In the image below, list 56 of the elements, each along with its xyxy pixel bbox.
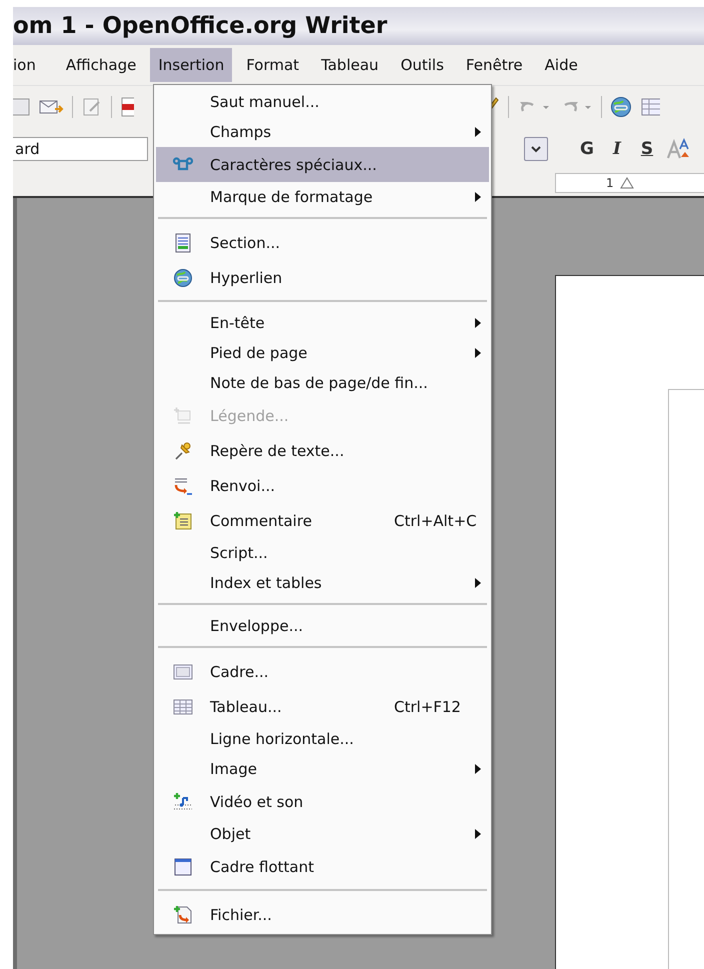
frame-icon bbox=[173, 662, 193, 682]
pushpin-icon bbox=[173, 440, 193, 460]
font-effects-icon[interactable] bbox=[666, 138, 692, 160]
table-grid-icon[interactable] bbox=[640, 96, 660, 118]
caption-frame-icon bbox=[173, 406, 193, 426]
paragraph-style-field[interactable]: ard bbox=[13, 137, 148, 161]
menu-item[interactable]: Ligne horizontale... bbox=[156, 724, 489, 754]
menu-item[interactable]: Renvoi... bbox=[156, 468, 489, 503]
menu-item[interactable]: Image bbox=[156, 754, 489, 784]
chevron-down-icon bbox=[531, 146, 541, 152]
menu-title[interactable]: Fenêtre bbox=[458, 48, 531, 82]
indent-marker-icon[interactable] bbox=[620, 177, 634, 189]
menu-item[interactable]: Caractères spéciaux... bbox=[156, 147, 489, 182]
menu-item[interactable]: Index et tables bbox=[156, 568, 489, 598]
menu-title[interactable]: ion bbox=[13, 48, 44, 82]
cross-reference-icon bbox=[173, 476, 193, 496]
window-title: om 1 - OpenOffice.org Writer bbox=[13, 13, 388, 39]
format-button[interactable]: I bbox=[606, 139, 628, 159]
save-icon[interactable] bbox=[13, 96, 30, 118]
format-button[interactable]: S bbox=[636, 139, 658, 159]
menu-item[interactable]: Fichier... bbox=[156, 897, 489, 932]
menu-item[interactable]: Section... bbox=[156, 225, 489, 260]
menu-item[interactable]: Marque de formatage bbox=[156, 182, 489, 212]
menu-item[interactable]: Vidéo et son bbox=[156, 784, 489, 819]
window-icon bbox=[173, 856, 193, 876]
menu-item[interactable]: Note de bas de page/de fin... bbox=[156, 368, 489, 398]
menu-title[interactable]: Insertion bbox=[150, 48, 232, 82]
menu-title[interactable]: Tableau bbox=[313, 48, 387, 82]
ruler-number: 1 bbox=[606, 176, 614, 190]
menu-title[interactable]: Format bbox=[238, 48, 308, 82]
menu-title[interactable]: Aide bbox=[536, 48, 586, 82]
file-insert-icon bbox=[173, 904, 193, 924]
note-add-icon bbox=[173, 510, 193, 530]
menu-item[interactable]: Objet bbox=[156, 819, 489, 849]
menu-title[interactable]: Outils bbox=[392, 48, 452, 82]
dropdown-button[interactable] bbox=[524, 137, 548, 161]
menu-title[interactable]: Affichage bbox=[58, 48, 144, 82]
table-grid-icon bbox=[173, 696, 193, 716]
pdf-icon[interactable] bbox=[120, 96, 134, 118]
menu-item[interactable]: Script... bbox=[156, 538, 489, 568]
document-section-icon bbox=[173, 232, 193, 252]
menu-item[interactable]: Champs bbox=[156, 117, 489, 147]
menu-item[interactable]: Saut manuel... bbox=[156, 87, 489, 117]
menu-item[interactable]: Commentaire Ctrl+Alt+C bbox=[156, 503, 489, 538]
music-note-icon bbox=[173, 792, 193, 812]
menu-item[interactable]: Cadre flottant bbox=[156, 849, 489, 884]
format-button[interactable]: G bbox=[576, 139, 598, 159]
globe-link-icon[interactable] bbox=[610, 96, 632, 118]
menu-item[interactable]: En-tête bbox=[156, 308, 489, 338]
menu-item[interactable]: Tableau... Ctrl+F12 bbox=[156, 689, 489, 724]
menu-item[interactable]: Enveloppe... bbox=[156, 611, 489, 641]
globe-link-icon bbox=[173, 268, 193, 288]
menu-item[interactable]: Repère de texte... bbox=[156, 433, 489, 468]
menu-item[interactable]: Cadre... bbox=[156, 654, 489, 689]
menu-item[interactable]: Pied de page bbox=[156, 338, 489, 368]
menu-item[interactable]: Hyperlien bbox=[156, 260, 489, 295]
